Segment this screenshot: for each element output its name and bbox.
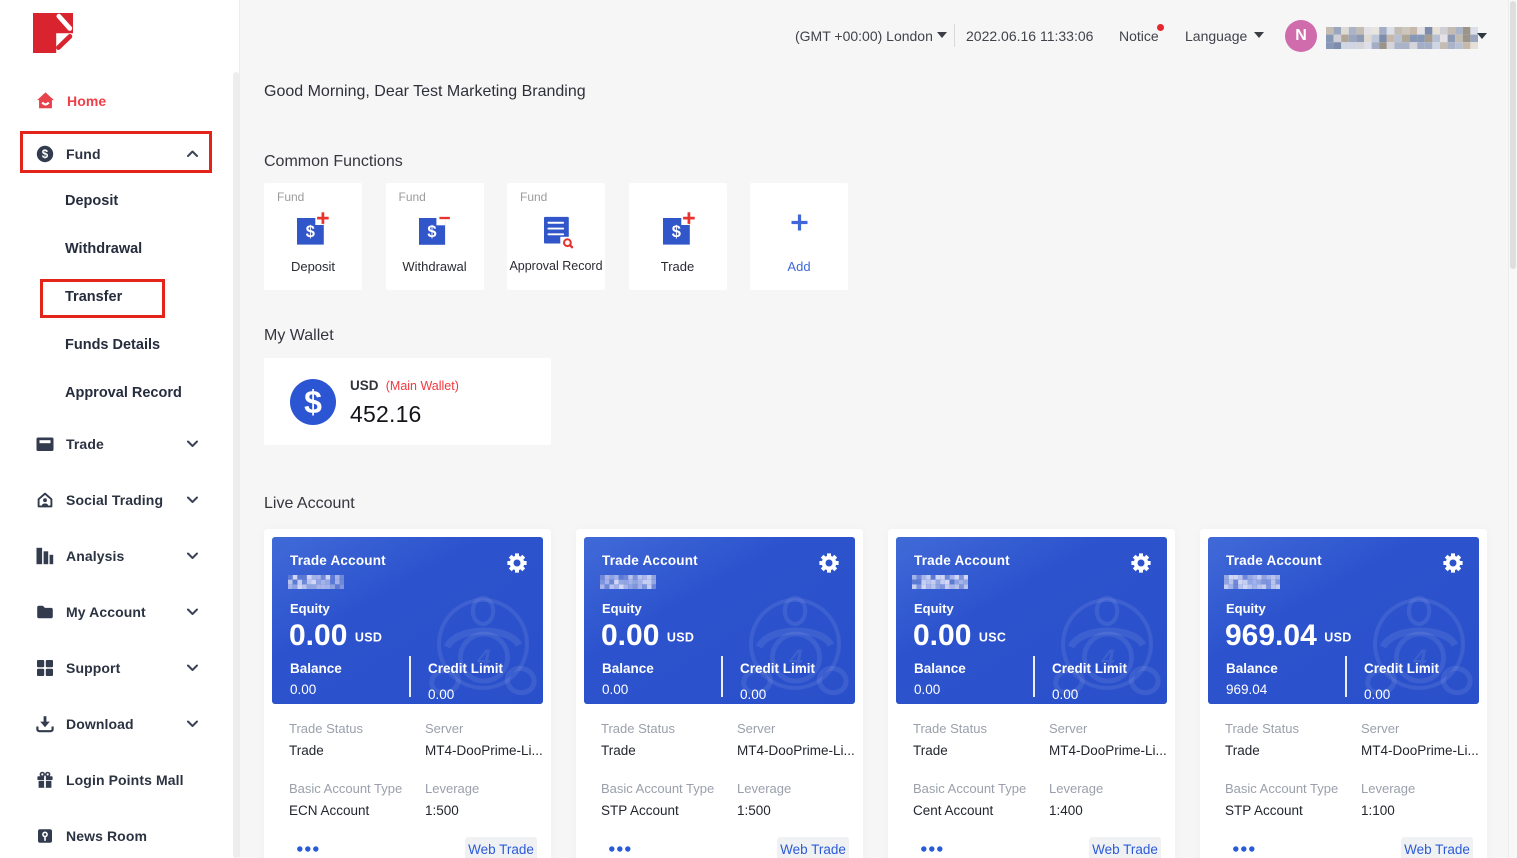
svg-text:$: $: [427, 223, 436, 241]
svg-text:$: $: [306, 223, 315, 241]
svg-text:$: $: [671, 223, 680, 241]
